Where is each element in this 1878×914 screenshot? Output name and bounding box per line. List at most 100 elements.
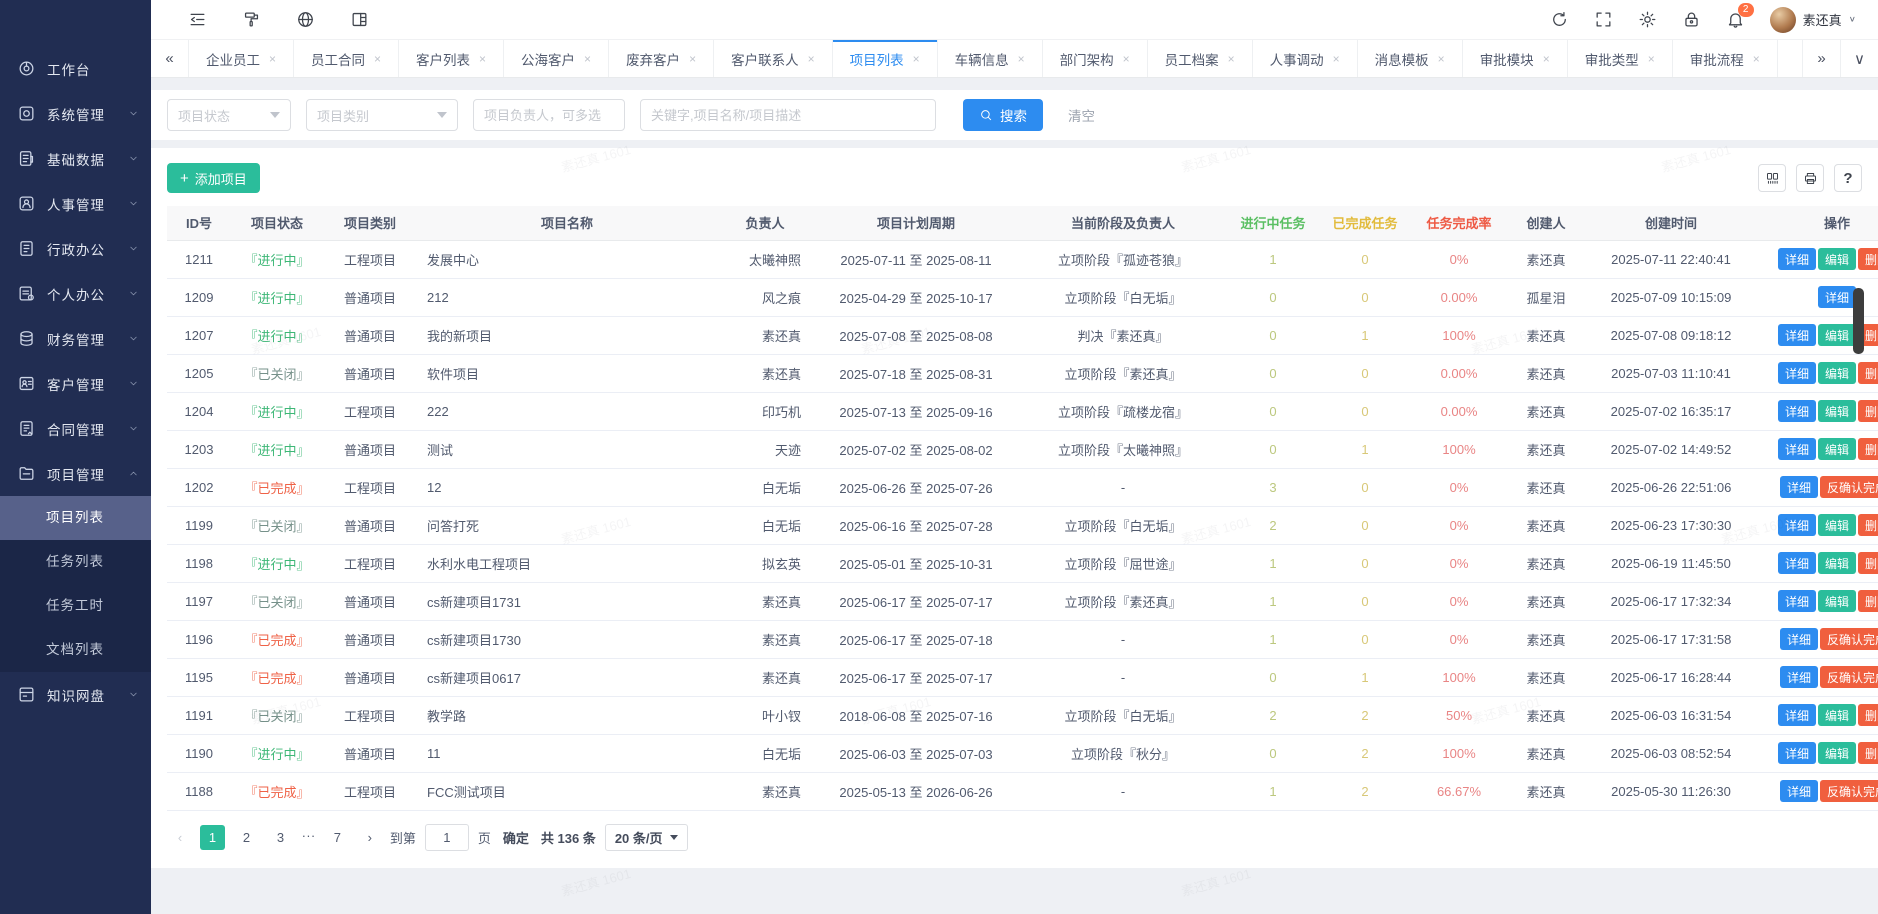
page-size-select[interactable]: 20 条/页 [605, 824, 688, 851]
unconfirm-button[interactable]: 反确认完成 [1820, 780, 1878, 802]
tab-message-templates[interactable]: 消息模板× [1358, 40, 1463, 77]
menu-collapse-icon[interactable] [188, 10, 207, 29]
page-button-7[interactable]: 7 [325, 825, 350, 850]
delete-button[interactable]: 删除 [1858, 704, 1878, 726]
tab-employee-archives[interactable]: 员工档案× [1148, 40, 1253, 77]
edit-button[interactable]: 编辑 [1818, 362, 1856, 384]
edit-button[interactable]: 编辑 [1818, 514, 1856, 536]
detail-button[interactable]: 详细 [1818, 286, 1856, 308]
edit-button[interactable]: 编辑 [1818, 742, 1856, 764]
layout-icon[interactable] [350, 10, 369, 29]
tab-close-icon[interactable]: × [1018, 52, 1025, 66]
language-globe-icon[interactable] [296, 10, 315, 29]
edit-button[interactable]: 编辑 [1818, 704, 1856, 726]
sidebar-item-basicdata[interactable]: 基础数据 [0, 136, 151, 181]
goto-confirm-button[interactable]: 确定 [503, 828, 529, 847]
detail-button[interactable]: 详细 [1778, 514, 1816, 536]
tab-customer-list[interactable]: 客户列表× [399, 40, 504, 77]
notification-bell-icon[interactable]: 2 [1726, 10, 1745, 29]
delete-button[interactable]: 删除 [1858, 400, 1878, 422]
goto-page-input[interactable] [425, 824, 469, 851]
edit-button[interactable]: 编辑 [1818, 552, 1856, 574]
tab-close-icon[interactable]: × [1543, 52, 1550, 66]
sidebar-item-contract[interactable]: 合同管理 [0, 406, 151, 451]
tab-customer-contacts[interactable]: 客户联系人× [714, 40, 833, 77]
sidebar-item-admin[interactable]: 行政办公 [0, 226, 151, 271]
tab-close-icon[interactable]: × [1648, 52, 1655, 66]
tab-close-icon[interactable]: × [1438, 52, 1445, 66]
tab-hr-transfers[interactable]: 人事调动× [1253, 40, 1358, 77]
tab-close-icon[interactable]: × [1228, 52, 1235, 66]
tab-enterprise-employees[interactable]: 企业员工× [189, 40, 294, 77]
keyword-input[interactable] [640, 99, 936, 131]
detail-button[interactable]: 详细 [1778, 590, 1816, 612]
project-owner-input[interactable] [473, 99, 625, 131]
detail-button[interactable]: 详细 [1780, 476, 1818, 498]
tab-close-icon[interactable]: × [1753, 52, 1760, 66]
tab-approval-flows[interactable]: 审批流程× [1673, 40, 1778, 77]
refresh-icon[interactable] [1550, 10, 1569, 29]
sidebar-item-customer[interactable]: 客户管理 [0, 361, 151, 406]
edit-button[interactable]: 编辑 [1818, 590, 1856, 612]
tabs-scroll-right-button[interactable]: » [1802, 40, 1840, 77]
settings-gear-icon[interactable] [1638, 10, 1657, 29]
tab-close-icon[interactable]: × [689, 52, 696, 66]
unconfirm-button[interactable]: 反确认完成 [1820, 666, 1878, 688]
prev-page-button[interactable]: ‹ [169, 830, 191, 845]
detail-button[interactable]: 详细 [1780, 628, 1818, 650]
sidebar-subitem-task-list[interactable]: 任务列表 [0, 540, 151, 584]
project-category-select[interactable]: 项目类别 [306, 99, 458, 131]
tab-department-structure[interactable]: 部门架构× [1043, 40, 1148, 77]
detail-button[interactable]: 详细 [1778, 400, 1816, 422]
tab-close-icon[interactable]: × [1123, 52, 1130, 66]
user-menu[interactable]: 素还真 ∨ [1770, 7, 1856, 33]
delete-button[interactable]: 删除 [1858, 438, 1878, 460]
tab-vehicle-info[interactable]: 车辆信息× [938, 40, 1043, 77]
detail-button[interactable]: 详细 [1778, 552, 1816, 574]
detail-button[interactable]: 详细 [1778, 704, 1816, 726]
tab-close-icon[interactable]: × [584, 52, 591, 66]
project-status-select[interactable]: 项目状态 [167, 99, 291, 131]
sidebar-subitem-doc-list[interactable]: 文档列表 [0, 628, 151, 672]
tab-close-icon[interactable]: × [913, 52, 920, 66]
delete-button[interactable]: 删除 [1858, 590, 1878, 612]
delete-button[interactable]: 删除 [1858, 552, 1878, 574]
sidebar-subitem-task-hours[interactable]: 任务工时 [0, 584, 151, 628]
tab-employee-contracts[interactable]: 员工合同× [294, 40, 399, 77]
search-button[interactable]: 搜索 [963, 99, 1043, 131]
column-settings-button[interactable] [1758, 164, 1786, 192]
tab-close-icon[interactable]: × [808, 52, 815, 66]
print-button[interactable] [1796, 164, 1824, 192]
detail-button[interactable]: 详细 [1778, 248, 1816, 270]
sidebar-item-workbench[interactable]: 工作台 [0, 46, 151, 91]
tab-approval-types[interactable]: 审批类型× [1568, 40, 1673, 77]
theme-brush-icon[interactable] [242, 10, 261, 29]
tab-approval-modules[interactable]: 审批模块× [1463, 40, 1568, 77]
delete-button[interactable]: 删除 [1858, 248, 1878, 270]
unconfirm-button[interactable]: 反确认完成 [1820, 628, 1878, 650]
edit-button[interactable]: 编辑 [1818, 438, 1856, 460]
delete-button[interactable]: 删除 [1858, 514, 1878, 536]
tab-project-list[interactable]: 项目列表× [833, 40, 938, 77]
sidebar-item-project[interactable]: 项目管理 [0, 451, 151, 496]
sidebar-subitem-project-list[interactable]: 项目列表 [0, 496, 151, 540]
lock-icon[interactable] [1682, 10, 1701, 29]
delete-button[interactable]: 删除 [1858, 362, 1878, 384]
edit-button[interactable]: 编辑 [1818, 400, 1856, 422]
sidebar-item-knowledge[interactable]: 知识网盘 [0, 672, 151, 717]
tab-close-icon[interactable]: × [374, 52, 381, 66]
sidebar-item-finance[interactable]: 财务管理 [0, 316, 151, 361]
tabs-scroll-left-button[interactable]: « [151, 40, 189, 77]
tab-public-sea-customers[interactable]: 公海客户× [504, 40, 609, 77]
page-button-1[interactable]: 1 [200, 825, 225, 850]
detail-button[interactable]: 详细 [1778, 362, 1816, 384]
edit-button[interactable]: 编辑 [1818, 324, 1856, 346]
unconfirm-button[interactable]: 反确认完成 [1820, 476, 1878, 498]
page-button-3[interactable]: 3 [268, 825, 293, 850]
detail-button[interactable]: 详细 [1780, 780, 1818, 802]
delete-button[interactable]: 删除 [1858, 742, 1878, 764]
vertical-scrollbar-thumb[interactable] [1853, 288, 1864, 354]
sidebar-item-personal[interactable]: 个人办公 [0, 271, 151, 316]
tab-close-icon[interactable]: × [479, 52, 486, 66]
detail-button[interactable]: 详细 [1778, 324, 1816, 346]
